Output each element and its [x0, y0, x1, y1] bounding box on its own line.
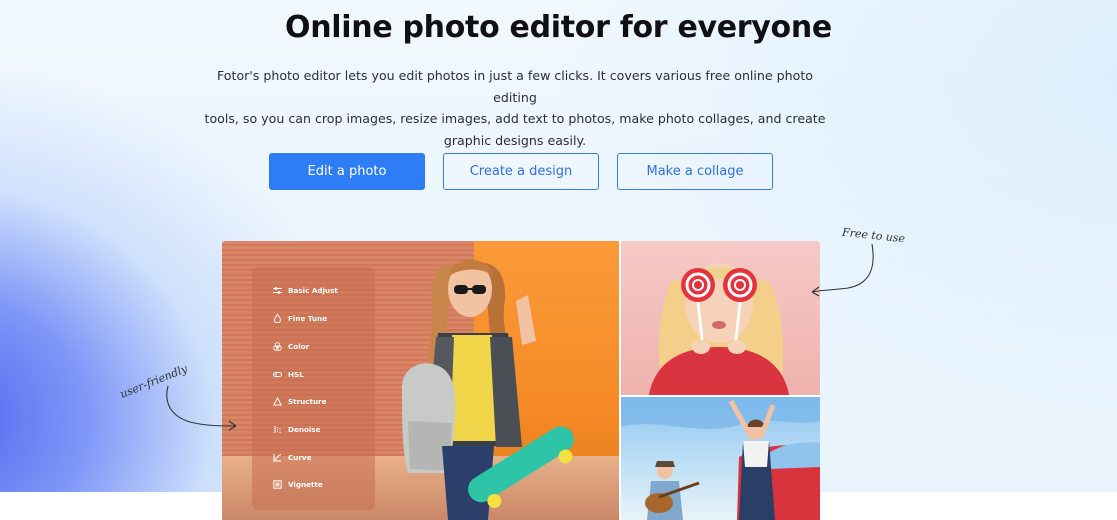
hero-subtitle-line: graphic designs easily.: [443, 132, 587, 148]
menu-item-basic-adjust[interactable]: Basic Adjust: [273, 286, 338, 295]
menu-item-label: Fine Tune: [288, 314, 328, 323]
hero-subtitle: Fotor's photo editor lets you edit photo…: [200, 65, 830, 151]
menu-item-denoise[interactable]: Denoise: [273, 425, 321, 434]
editor-showcase: Basic Adjust Fine Tune Color HSL Structu…: [222, 241, 820, 520]
menu-item-color[interactable]: Color: [273, 342, 309, 351]
curve-icon: [273, 453, 282, 462]
menu-item-label: Vignette: [288, 480, 323, 489]
lollipop-girl-illustration: [649, 263, 789, 395]
sliders-icon: [273, 286, 282, 295]
free-arrow-icon: [811, 243, 874, 297]
hero-title: Online photo editor for everyone: [285, 10, 832, 45]
menu-item-structure[interactable]: Structure: [273, 397, 327, 406]
color-circles-icon: [273, 342, 282, 351]
droplet-icon: [273, 314, 282, 323]
menu-item-label: Color: [288, 342, 310, 351]
editor-tools-menu: Basic Adjust Fine Tune Color HSL Structu…: [252, 267, 375, 510]
vignette-icon: [273, 480, 282, 489]
menu-item-fine-tune[interactable]: Fine Tune: [273, 314, 327, 323]
menu-item-label: Basic Adjust: [288, 286, 338, 295]
car-couple-photo-panel: [619, 397, 820, 520]
hsl-icon: [273, 370, 282, 379]
denoise-icon: [273, 425, 282, 434]
lollipop-photo-panel: [619, 241, 820, 395]
hero-subtitle-line: tools, so you can crop images, resize im…: [204, 111, 826, 126]
edit-photo-button[interactable]: Edit a photo: [269, 153, 425, 190]
hero-subtitle-line: Fotor's photo editor lets you edit photo…: [217, 68, 813, 105]
menu-item-label: HSL: [288, 370, 304, 379]
menu-item-hsl[interactable]: HSL: [273, 370, 304, 379]
user-friendly-arrow-icon: [166, 385, 237, 431]
menu-item-curve[interactable]: Curve: [273, 453, 312, 462]
main-photo-panel: Basic Adjust Fine Tune Color HSL Structu…: [222, 241, 619, 520]
menu-item-label: Denoise: [288, 425, 321, 434]
menu-item-vignette[interactable]: Vignette: [273, 480, 323, 489]
create-design-button[interactable]: Create a design: [443, 153, 599, 190]
couple-with-car-illustration: [619, 397, 820, 520]
make-collage-button[interactable]: Make a collage: [617, 153, 773, 190]
menu-item-label: Structure: [288, 397, 327, 406]
triangle-icon: [273, 397, 282, 406]
menu-item-label: Curve: [288, 453, 312, 462]
